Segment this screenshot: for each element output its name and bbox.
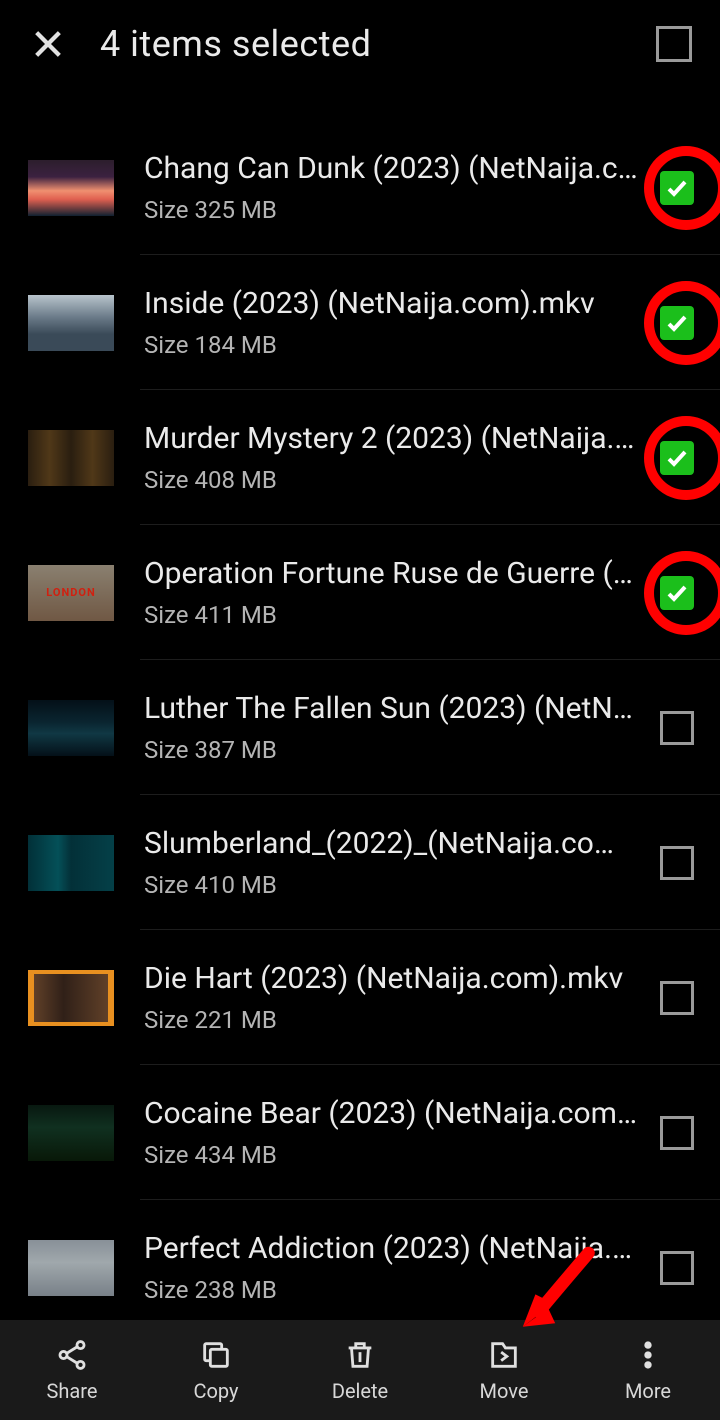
more-icon (630, 1337, 666, 1373)
video-thumbnail (28, 1240, 114, 1296)
item-meta: Die Hart (2023) (NetNaija.com).mkv Size 2… (144, 961, 656, 1034)
file-list: Chang Can Dunk (2023) (NetNaija.com).mkv… (0, 120, 720, 1320)
item-size: Size 410 MB (144, 871, 640, 899)
close-icon[interactable] (28, 24, 68, 64)
more-button[interactable]: More (576, 1320, 720, 1420)
move-label: Move (480, 1379, 529, 1403)
move-button[interactable]: Move (432, 1320, 576, 1420)
item-size: Size 387 MB (144, 736, 640, 764)
item-checkbox[interactable] (656, 707, 698, 749)
share-icon (54, 1337, 90, 1373)
item-checkbox[interactable] (656, 1112, 698, 1154)
list-item[interactable]: Murder Mystery 2 (2023) (NetNaija.com).m… (0, 390, 720, 525)
list-item[interactable]: Cocaine Bear (2023) (NetNaija.com).mkv Si… (0, 1065, 720, 1200)
video-thumbnail (28, 835, 114, 891)
item-size: Size 408 MB (144, 466, 640, 494)
item-size: Size 411 MB (144, 601, 640, 629)
item-checkbox[interactable] (656, 302, 698, 344)
more-label: More (625, 1379, 671, 1403)
list-item[interactable]: Operation Fortune Ruse de Guerre (2023) … (0, 525, 720, 660)
item-meta: Luther The Fallen Sun (2023) (NetNaija.c… (144, 691, 656, 764)
item-checkbox[interactable] (656, 437, 698, 479)
delete-icon (342, 1337, 378, 1373)
list-item[interactable]: Perfect Addiction (2023) (NetNaija.com).… (0, 1200, 720, 1320)
item-meta: Operation Fortune Ruse de Guerre (2023) … (144, 556, 656, 629)
video-thumbnail (28, 970, 114, 1026)
select-all-checkbox[interactable] (656, 26, 692, 62)
item-checkbox[interactable] (656, 977, 698, 1019)
copy-button[interactable]: Copy (144, 1320, 288, 1420)
item-meta: Inside (2023) (NetNaija.com).mkv Size 184… (144, 286, 656, 359)
item-size: Size 238 MB (144, 1276, 640, 1304)
move-icon (486, 1337, 522, 1373)
item-title: Cocaine Bear (2023) (NetNaija.com).mkv (144, 1096, 640, 1131)
item-meta: Murder Mystery 2 (2023) (NetNaija.com).m… (144, 421, 656, 494)
selection-header: 4 items selected (0, 0, 720, 88)
item-size: Size 184 MB (144, 331, 640, 359)
video-thumbnail (28, 1105, 114, 1161)
item-size: Size 221 MB (144, 1006, 640, 1034)
video-thumbnail (28, 295, 114, 351)
item-title: Chang Can Dunk (2023) (NetNaija.com).mkv (144, 151, 640, 186)
action-bar: Share Copy Delete Move More (0, 1320, 720, 1420)
item-title: Perfect Addiction (2023) (NetNaija.com).… (144, 1231, 640, 1266)
copy-icon (198, 1337, 234, 1373)
share-label: Share (47, 1379, 98, 1403)
delete-button[interactable]: Delete (288, 1320, 432, 1420)
item-size: Size 325 MB (144, 196, 640, 224)
item-meta: Perfect Addiction (2023) (NetNaija.com).… (144, 1231, 656, 1304)
item-meta: Chang Can Dunk (2023) (NetNaija.com).mkv… (144, 151, 656, 224)
item-title: Slumberland_(2022)_(NetNaija.com).mkv (144, 826, 640, 861)
video-thumbnail (28, 565, 114, 621)
item-title: Luther The Fallen Sun (2023) (NetNaija.c… (144, 691, 640, 726)
list-item[interactable]: Inside (2023) (NetNaija.com).mkv Size 184… (0, 255, 720, 390)
item-checkbox[interactable] (656, 572, 698, 614)
delete-label: Delete (332, 1379, 388, 1403)
list-item[interactable]: Slumberland_(2022)_(NetNaija.com).mkv Siz… (0, 795, 720, 930)
item-title: Murder Mystery 2 (2023) (NetNaija.com).m… (144, 421, 640, 456)
copy-label: Copy (193, 1379, 238, 1403)
item-meta: Cocaine Bear (2023) (NetNaija.com).mkv Si… (144, 1096, 656, 1169)
share-button[interactable]: Share (0, 1320, 144, 1420)
item-title: Operation Fortune Ruse de Guerre (2023) … (144, 556, 640, 591)
item-size: Size 434 MB (144, 1141, 640, 1169)
item-meta: Slumberland_(2022)_(NetNaija.com).mkv Siz… (144, 826, 656, 899)
video-thumbnail (28, 430, 114, 486)
list-item[interactable]: Chang Can Dunk (2023) (NetNaija.com).mkv… (0, 120, 720, 255)
item-title: Die Hart (2023) (NetNaija.com).mkv (144, 961, 640, 996)
item-title: Inside (2023) (NetNaija.com).mkv (144, 286, 640, 321)
video-thumbnail (28, 700, 114, 756)
item-checkbox[interactable] (656, 842, 698, 884)
list-item[interactable]: Luther The Fallen Sun (2023) (NetNaija.c… (0, 660, 720, 795)
video-thumbnail (28, 160, 114, 216)
item-checkbox[interactable] (656, 167, 698, 209)
selection-count-title: 4 items selected (100, 23, 656, 65)
list-item[interactable]: Die Hart (2023) (NetNaija.com).mkv Size 2… (0, 930, 720, 1065)
item-checkbox[interactable] (656, 1247, 698, 1289)
